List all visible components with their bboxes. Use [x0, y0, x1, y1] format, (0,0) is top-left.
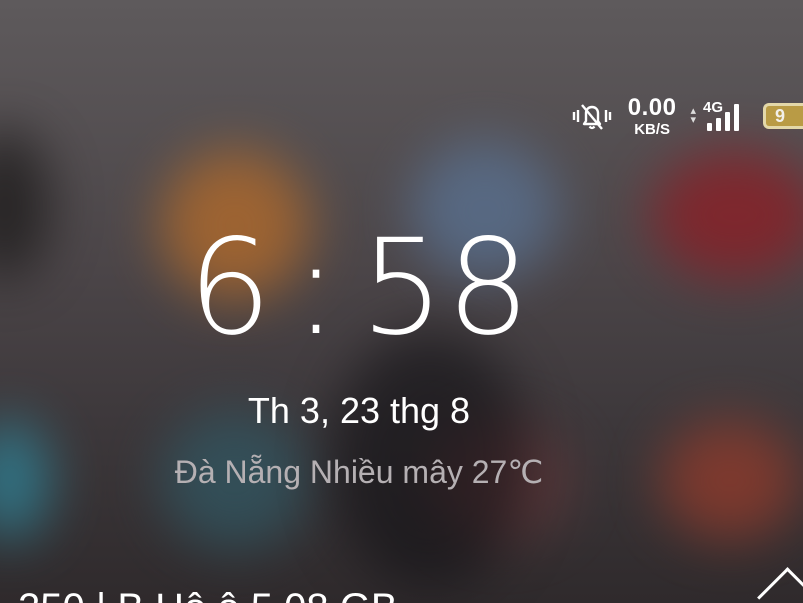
network-speed: 0.00 KB/S — [627, 93, 677, 138]
chevron-up-icon[interactable] — [757, 567, 803, 603]
battery-level-text: 9 — [775, 106, 786, 126]
network-speed-value: 0.00 — [627, 93, 677, 121]
lockscreen-weather: Đà Nẵng Nhiều mây 27℃ — [174, 454, 544, 490]
bell-off-vibrate-icon — [572, 104, 611, 130]
clock-minutes: 58 — [360, 211, 533, 365]
lockscreen-clock: 6:58 — [0, 222, 720, 354]
storage-info-text: 250 | B Hộ ộ 5.08 GB — [18, 586, 398, 603]
clock-separator: : — [293, 211, 341, 365]
lock-screen: 0.00 KB/S ▴ ▾ 4G 9 6:58 Th 3, 23 thg 8 Đà… — [0, 0, 803, 603]
lockscreen-date: Th 3, 23 thg 8 — [247, 390, 471, 431]
cellular-signal-icon: 4G — [697, 99, 745, 133]
battery-icon: 9 — [763, 103, 803, 129]
clock-hour: 6 — [187, 211, 274, 365]
network-speed-unit: KB/S — [634, 120, 671, 138]
status-bar: 0.00 KB/S ▴ ▾ 4G 9 — [570, 92, 803, 140]
data-activity-icon: ▴ ▾ — [690, 105, 696, 126]
